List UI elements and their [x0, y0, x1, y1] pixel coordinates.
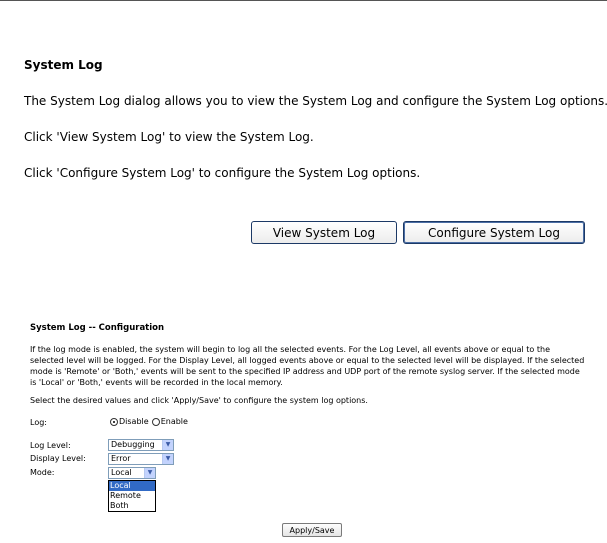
intro-description: The System Log dialog allows you to view…: [24, 94, 607, 108]
log-enable-radio[interactable]: [151, 417, 160, 426]
display-level-select[interactable]: Error ▼: [108, 453, 174, 465]
mode-label: Mode:: [30, 468, 55, 477]
intro-configure-hint: Click 'Configure System Log' to configur…: [24, 166, 421, 180]
log-level-select[interactable]: Debugging ▼: [108, 439, 174, 451]
mode-option-both[interactable]: Both: [109, 501, 155, 511]
top-divider: [0, 0, 607, 1]
view-system-log-button[interactable]: View System Log: [251, 221, 397, 244]
config-instruction: Select the desired values and click 'App…: [30, 396, 368, 405]
log-enable-label: Enable: [160, 417, 188, 426]
mode-dropdown-list: Local Remote Both: [108, 480, 156, 512]
mode-option-remote[interactable]: Remote: [109, 491, 155, 501]
intro-view-hint: Click 'View System Log' to view the Syst…: [24, 130, 314, 144]
display-level-label: Display Level:: [30, 454, 86, 463]
log-level-label: Log Level:: [30, 441, 71, 450]
log-level-value: Debugging: [111, 440, 155, 449]
log-label: Log:: [30, 418, 47, 427]
chevron-down-icon[interactable]: ▼: [162, 454, 173, 464]
log-disable-radio[interactable]: [110, 417, 118, 426]
display-level-value: Error: [111, 454, 131, 463]
config-title: System Log -- Configuration: [30, 323, 165, 333]
config-description: If the log mode is enabled, the system w…: [30, 345, 585, 387]
chevron-down-icon[interactable]: ▼: [162, 440, 173, 450]
mode-select[interactable]: Local ▼: [108, 467, 156, 479]
apply-save-button[interactable]: Apply/Save: [282, 523, 342, 537]
log-disable-label: Disable: [119, 417, 149, 426]
chevron-down-icon[interactable]: ▼: [144, 468, 155, 478]
page-title: System Log: [24, 58, 103, 72]
configure-system-log-button[interactable]: Configure System Log: [403, 221, 585, 244]
mode-option-local[interactable]: Local: [109, 481, 155, 491]
mode-value: Local: [111, 468, 132, 477]
log-radio-group: Disable Enable: [110, 417, 188, 426]
